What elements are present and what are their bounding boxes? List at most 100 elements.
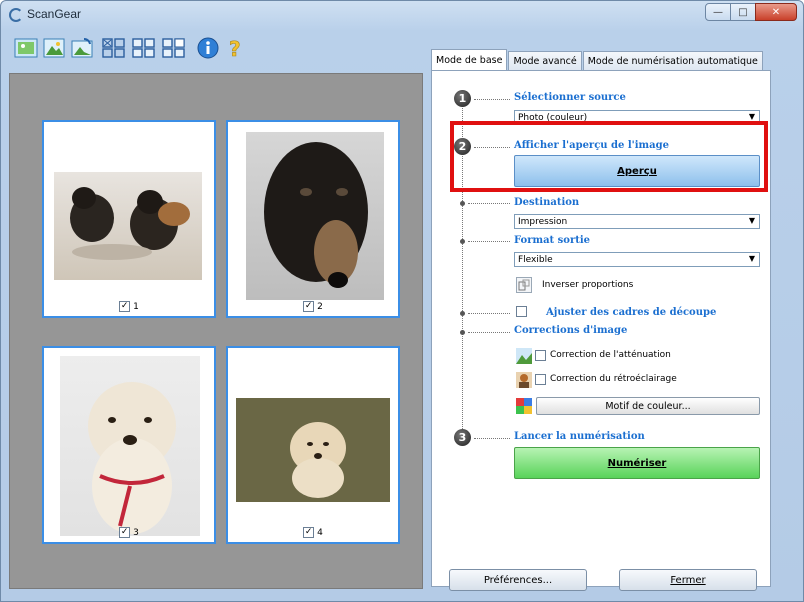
svg-text:?: ? bbox=[229, 37, 241, 60]
remove-frames-tool[interactable] bbox=[161, 35, 187, 61]
maximize-icon: □ bbox=[738, 6, 748, 18]
output-format-select[interactable]: Flexible ▼ bbox=[514, 252, 760, 267]
destination-select[interactable]: Impression ▼ bbox=[514, 214, 760, 229]
help-icon: ? bbox=[229, 37, 241, 60]
step-1-circle: 1 bbox=[454, 90, 471, 107]
output-format-heading: Format sortie bbox=[514, 235, 591, 246]
thumbnail-view-icon bbox=[14, 38, 38, 58]
thumbnail-4-number: 4 bbox=[317, 527, 323, 538]
output-format-bullet bbox=[460, 239, 465, 244]
thumbnail-view-tool[interactable] bbox=[13, 35, 39, 61]
highlight-frame bbox=[450, 121, 768, 192]
step-3-connector bbox=[474, 438, 510, 439]
thumbnail-1[interactable]: ✓ 1 bbox=[42, 120, 216, 318]
thumbnail-4[interactable]: ✓ 4 bbox=[226, 346, 400, 544]
thumbnail-2-number: 2 bbox=[317, 301, 323, 312]
close-icon: ✕ bbox=[771, 6, 781, 18]
thumbnail-1-number: 1 bbox=[133, 301, 139, 312]
scan-button-label: Numériser bbox=[607, 457, 667, 469]
backlight-correction-icon bbox=[516, 372, 532, 388]
preferences-button-label: Préférences... bbox=[483, 574, 553, 586]
thumbnail-4-checkbox[interactable]: ✓ bbox=[303, 527, 315, 538]
color-pattern-button[interactable]: Motif de couleur... bbox=[536, 397, 760, 415]
output-format-select-value: Flexible bbox=[518, 254, 553, 265]
tab-auto-scan-mode[interactable]: Mode de numérisation automatique bbox=[582, 51, 763, 71]
crop-frames-bullet bbox=[460, 311, 465, 316]
scangear-app-icon bbox=[9, 8, 23, 22]
thumbnail-image-dachshund bbox=[246, 132, 384, 300]
invert-proportions-button[interactable] bbox=[516, 277, 532, 293]
close-button-label: Fermer bbox=[670, 574, 706, 586]
whole-image-view-tool[interactable] bbox=[41, 35, 67, 61]
thumbnail-3-checkbox[interactable]: ✓ bbox=[119, 527, 131, 538]
rotate-image-icon bbox=[71, 37, 93, 58]
fade-correction-icon bbox=[516, 348, 532, 364]
close-button[interactable]: Fermer bbox=[619, 569, 757, 591]
window-controls: — □ ✕ bbox=[705, 3, 797, 21]
color-pattern-icon bbox=[516, 398, 532, 414]
color-pattern-button-label: Motif de couleur... bbox=[605, 400, 691, 412]
image-corrections-bullet bbox=[460, 330, 465, 335]
whole-image-view-icon bbox=[43, 38, 65, 58]
minimize-button[interactable]: — bbox=[705, 3, 731, 21]
preview-area: ✓ 1 ✓ 2 ✓ 3 ✓ 4 bbox=[9, 73, 423, 589]
thumbnail-3[interactable]: ✓ 3 bbox=[42, 346, 216, 544]
destination-heading: Destination bbox=[514, 197, 580, 208]
chevron-down-icon: ▼ bbox=[748, 112, 755, 121]
scan-button[interactable]: Numériser bbox=[514, 447, 760, 479]
destination-connector bbox=[468, 203, 510, 204]
preferences-button[interactable]: Préférences... bbox=[449, 569, 587, 591]
chevron-down-icon: ▼ bbox=[748, 254, 755, 263]
thumbnail-2[interactable]: ✓ 2 bbox=[226, 120, 400, 318]
thumbnail-3-number: 3 bbox=[133, 527, 139, 538]
thumbnail-3-caption: ✓ 3 bbox=[44, 527, 214, 538]
output-format-connector bbox=[468, 241, 510, 242]
adjust-crop-frames-checkbox[interactable] bbox=[516, 306, 527, 317]
step-3-circle: 3 bbox=[454, 429, 471, 446]
image-corrections-connector bbox=[468, 332, 510, 333]
fade-correction-label: Correction de l'atténuation bbox=[550, 350, 671, 360]
select-all-frames-icon bbox=[132, 38, 155, 58]
adjust-crop-frames-label: Ajuster des cadres de découpe bbox=[546, 307, 717, 318]
window-title: ScanGear bbox=[27, 7, 82, 21]
destination-bullet bbox=[460, 201, 465, 206]
backlight-correction-checkbox[interactable] bbox=[535, 374, 546, 385]
thumbnail-image-labrador-grass bbox=[236, 398, 390, 502]
preview-toolbar: ? bbox=[9, 31, 429, 67]
thumbnail-1-caption: ✓ 1 bbox=[44, 301, 214, 312]
close-window-button[interactable]: ✕ bbox=[755, 3, 797, 21]
settings-panel: Mode de base Mode avancé Mode de numéris… bbox=[431, 49, 799, 601]
thumbnail-4-caption: ✓ 4 bbox=[228, 527, 398, 538]
auto-crop-icon bbox=[102, 38, 125, 58]
rotate-tool[interactable] bbox=[69, 35, 95, 61]
crop-frames-connector bbox=[468, 313, 510, 314]
thumbnail-image-labrador-standing bbox=[60, 356, 200, 536]
info-icon bbox=[197, 37, 219, 59]
mode-tabs: Mode de base Mode avancé Mode de numéris… bbox=[431, 49, 764, 71]
thumbnail-1-checkbox[interactable]: ✓ bbox=[119, 301, 131, 312]
invert-proportions-label: Inverser proportions bbox=[542, 280, 634, 290]
fade-correction-checkbox[interactable] bbox=[535, 350, 546, 361]
scangear-window: ScanGear — □ ✕ ? ✓ 1 ✓ 2 ✓ 3 ✓ 4 Mode de… bbox=[0, 0, 804, 602]
thumbnail-2-checkbox[interactable]: ✓ bbox=[303, 301, 315, 312]
select-all-frames-tool[interactable] bbox=[131, 35, 157, 61]
thumbnail-image-dogs-group bbox=[54, 172, 202, 280]
auto-crop-tool[interactable] bbox=[101, 35, 127, 61]
remove-frames-icon bbox=[162, 38, 185, 58]
destination-select-value: Impression bbox=[518, 216, 568, 227]
help-tool[interactable]: ? bbox=[223, 35, 249, 61]
step-3-heading: Lancer la numérisation bbox=[514, 431, 645, 442]
title-bar[interactable]: ScanGear — □ ✕ bbox=[1, 1, 803, 29]
chevron-down-icon: ▼ bbox=[748, 216, 755, 225]
tab-basic-mode[interactable]: Mode de base bbox=[431, 49, 508, 71]
swap-orientation-icon bbox=[518, 279, 530, 291]
tab-advanced-mode[interactable]: Mode avancé bbox=[508, 51, 582, 71]
step-1-connector bbox=[474, 99, 510, 100]
step-1-heading: Sélectionner source bbox=[514, 92, 626, 103]
image-corrections-heading: Corrections d'image bbox=[514, 325, 628, 336]
info-tool[interactable] bbox=[195, 35, 221, 61]
maximize-button[interactable]: □ bbox=[730, 3, 756, 21]
backlight-correction-label: Correction du rétroéclairage bbox=[550, 374, 677, 384]
basic-mode-content: 1 Sélectionner source Photo (couleur) ▼ … bbox=[431, 70, 771, 587]
thumbnail-2-caption: ✓ 2 bbox=[228, 301, 398, 312]
